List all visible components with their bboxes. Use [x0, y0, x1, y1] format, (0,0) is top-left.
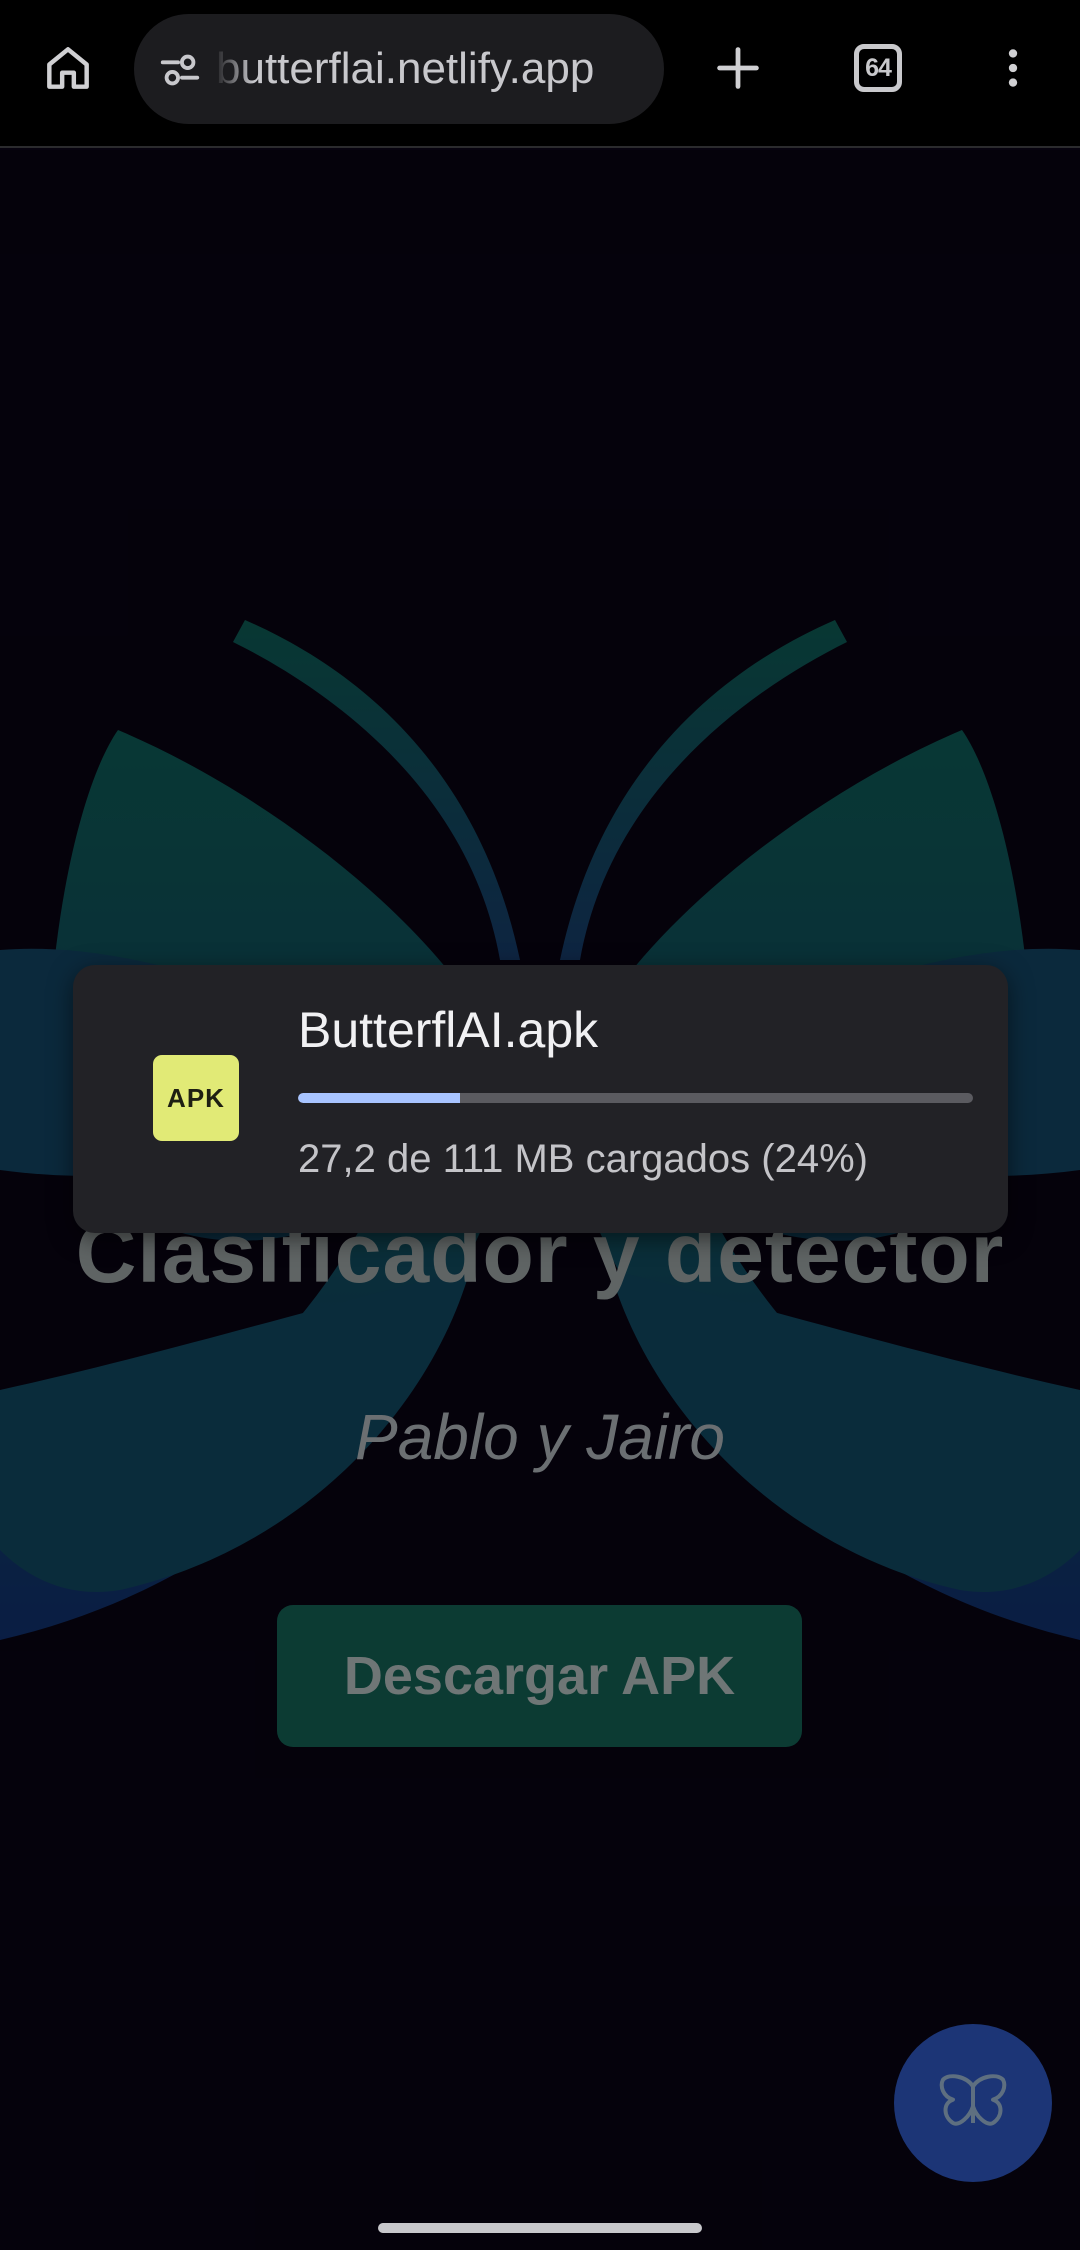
- plus-icon: [717, 47, 759, 89]
- apk-file-icon: APK: [153, 1055, 239, 1141]
- url-text: butterflai.netlify.app: [216, 44, 595, 93]
- page-authors: Pablo y Jairo: [355, 1401, 725, 1473]
- site-settings-button[interactable]: [152, 42, 208, 98]
- download-apk-button[interactable]: Descargar APK: [277, 1605, 802, 1747]
- fab-button[interactable]: [894, 2024, 1052, 2182]
- overflow-menu-button[interactable]: [975, 30, 1051, 106]
- new-tab-button[interactable]: [700, 30, 776, 106]
- tab-count: 64: [854, 44, 902, 92]
- more-vert-icon: [1008, 49, 1018, 87]
- url-fade: [214, 14, 254, 124]
- download-progress-fill: [298, 1093, 460, 1103]
- download-file-name: ButterflAI.apk: [298, 1002, 599, 1058]
- butterfly-icon: [939, 2074, 1007, 2126]
- address-bar[interactable]: butterflai.netlify.app: [134, 14, 664, 124]
- download-toast[interactable]: APK ButterflAI.apk 27,2 de 111 MB cargad…: [73, 965, 1008, 1233]
- tab-switcher-button[interactable]: 64: [840, 30, 916, 106]
- browser-toolbar: butterflai.netlify.app 64: [0, 0, 1080, 148]
- tune-icon: [160, 54, 200, 86]
- download-progress-bar: [298, 1093, 973, 1103]
- home-icon: [47, 47, 89, 89]
- download-status-text: 27,2 de 111 MB cargados (24%): [298, 1137, 868, 1181]
- navigation-gesture-bar[interactable]: [378, 2223, 702, 2233]
- home-button[interactable]: [30, 30, 106, 106]
